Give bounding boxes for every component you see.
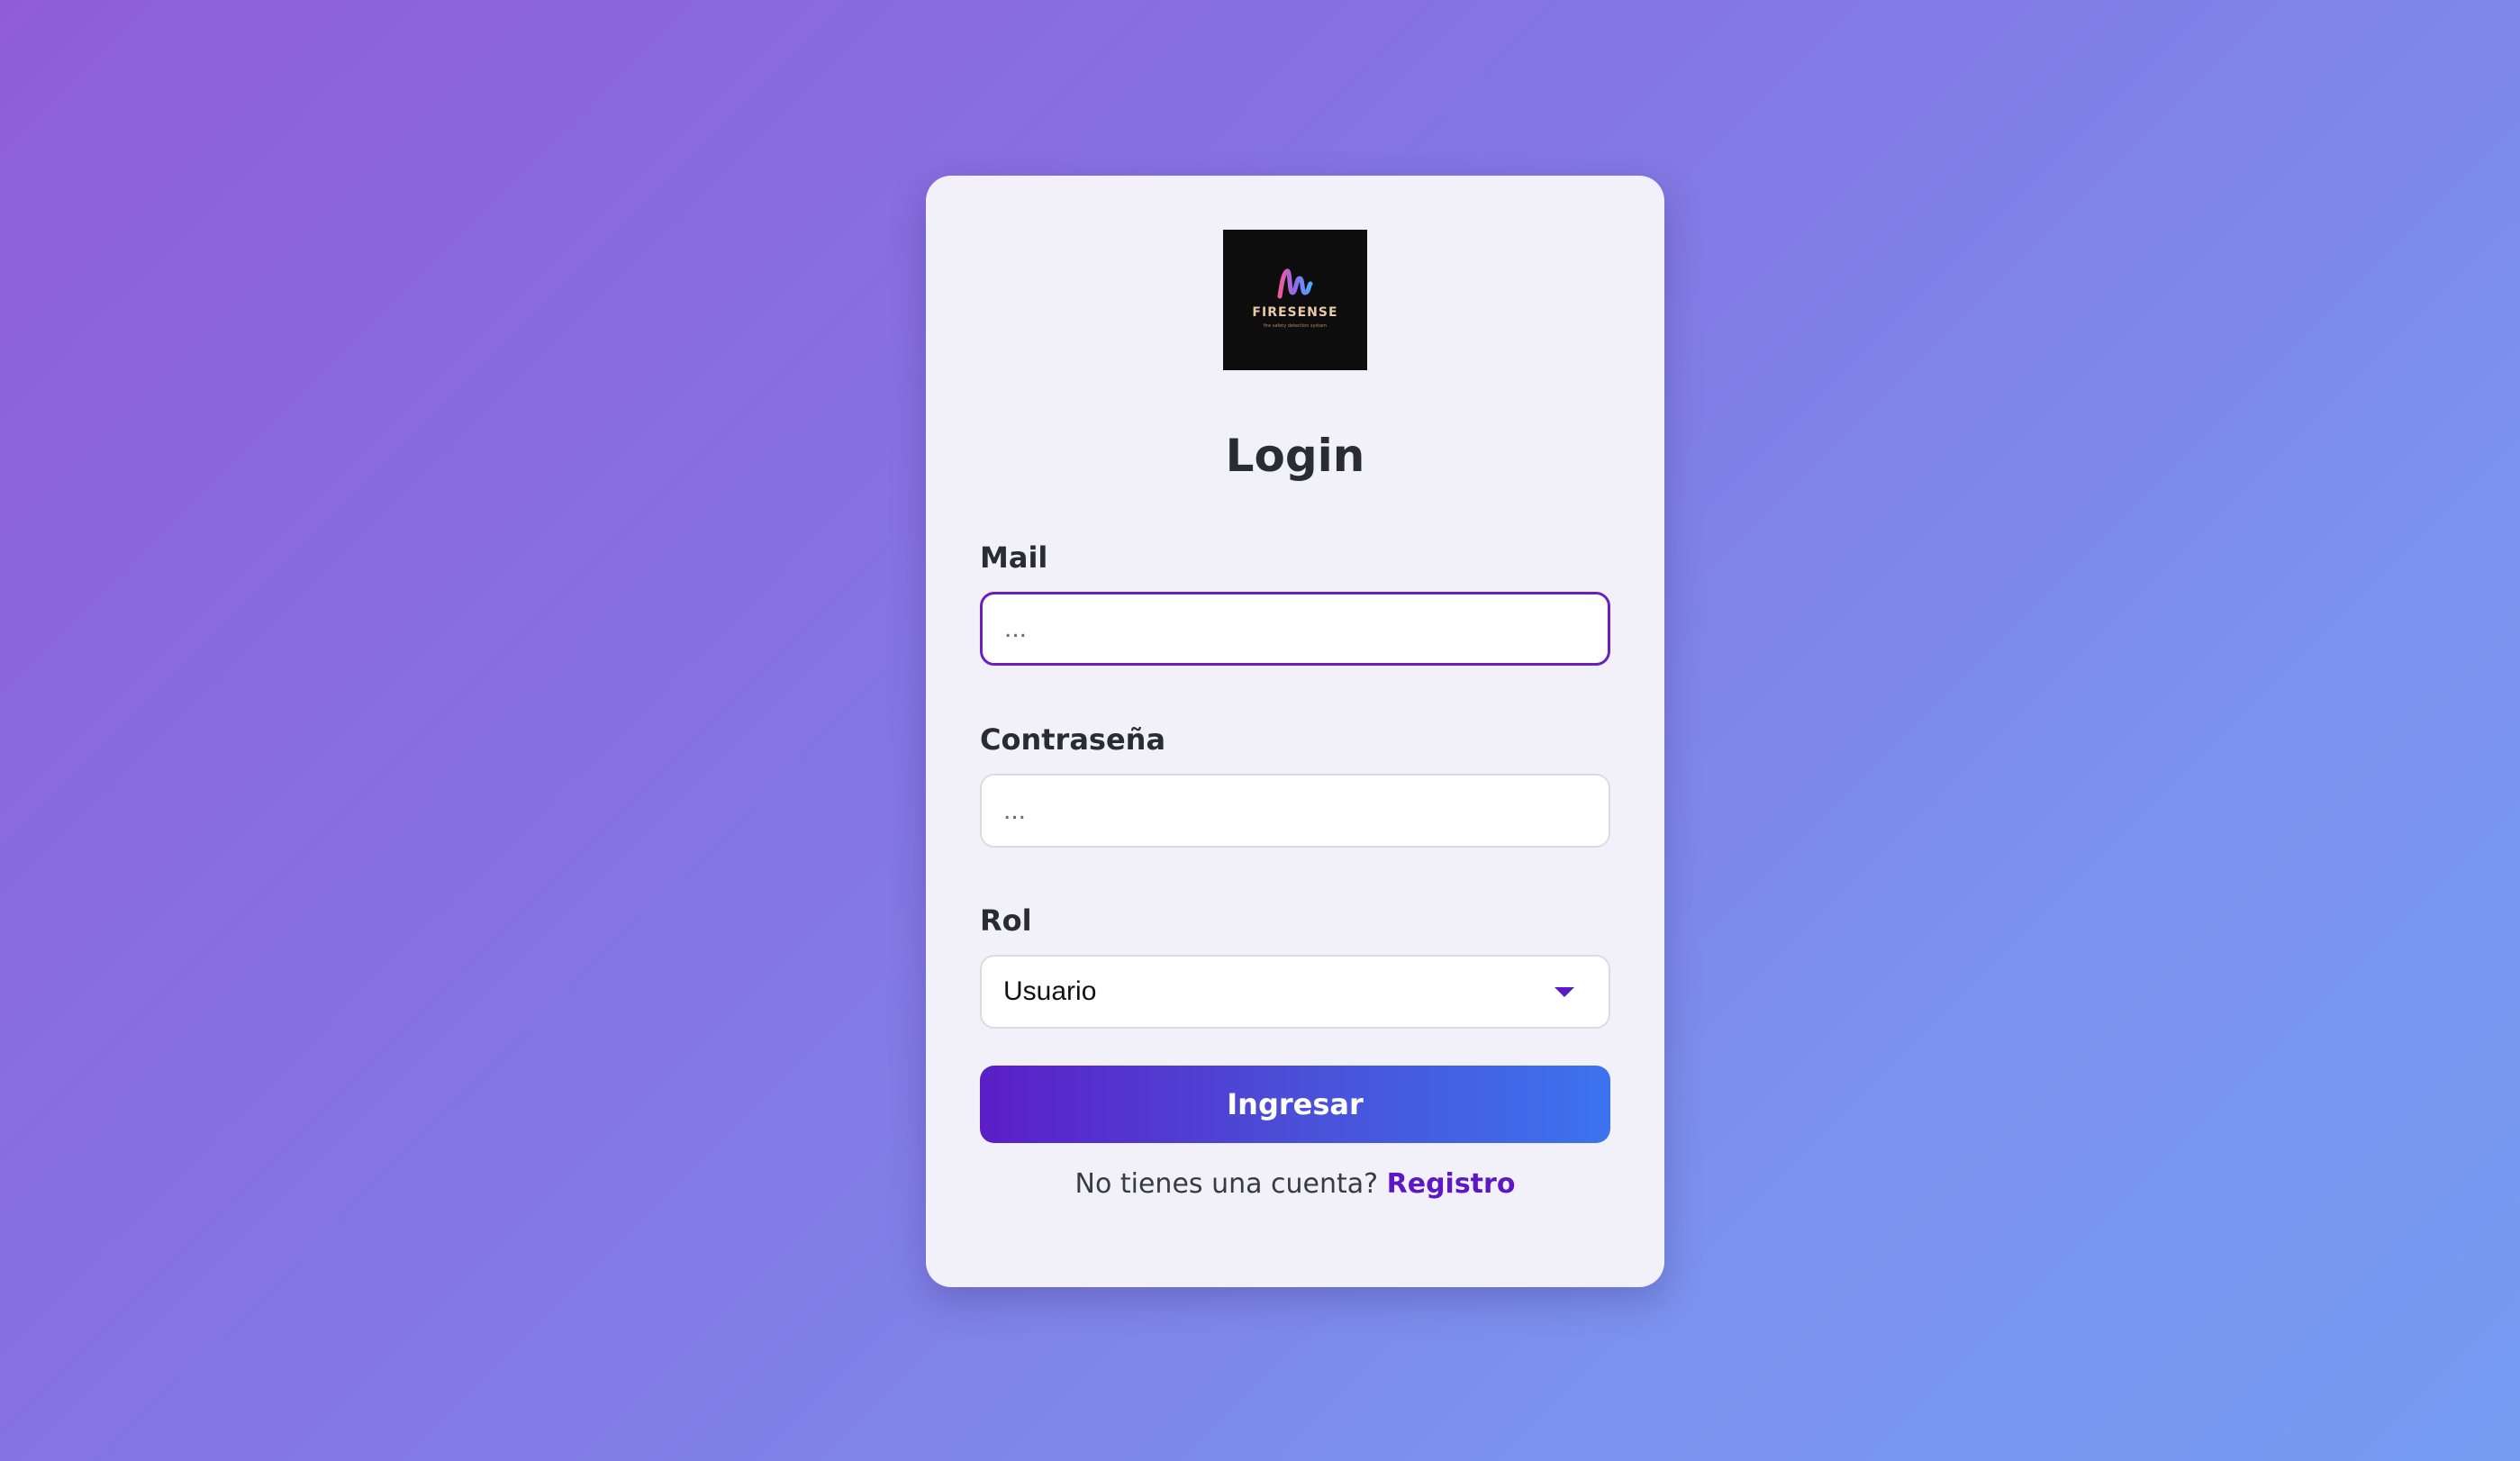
- submit-button[interactable]: Ingresar: [980, 1066, 1610, 1143]
- role-select[interactable]: Usuario: [980, 955, 1610, 1029]
- firesense-logo: FIRESENSE fire safety detection system: [1223, 230, 1367, 370]
- login-card: FIRESENSE fire safety detection system L…: [926, 176, 1664, 1287]
- logo-brand-text: FIRESENSE: [1252, 305, 1338, 320]
- chevron-down-icon: [1555, 986, 1574, 997]
- role-label: Rol: [980, 903, 1032, 938]
- mail-label: Mail: [980, 540, 1048, 575]
- role-select-value: Usuario: [1003, 976, 1097, 1006]
- logo-tagline: fire safety detection system: [1263, 323, 1328, 329]
- password-label: Contraseña: [980, 722, 1166, 757]
- logo-mark-icon: [1277, 268, 1313, 299]
- register-prompt-text: No tienes una cuenta?: [1074, 1168, 1379, 1200]
- page-title: Login: [1225, 430, 1365, 482]
- register-link[interactable]: Registro: [1387, 1168, 1516, 1200]
- register-prompt: No tienes una cuenta? Registro: [926, 1168, 1664, 1200]
- password-input[interactable]: [980, 774, 1610, 848]
- mail-input[interactable]: [980, 592, 1610, 666]
